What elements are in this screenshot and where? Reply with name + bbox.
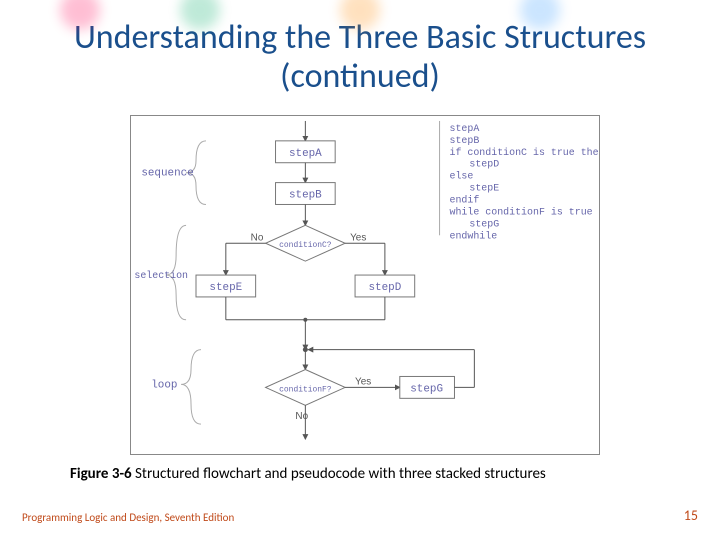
svg-text:stepA: stepA xyxy=(450,123,480,134)
conditionC-text: conditionC? xyxy=(279,241,332,250)
edge-no-2: No xyxy=(295,411,308,422)
label-selection: selection xyxy=(134,270,188,281)
svg-text:while conditionF is true: while conditionF is true xyxy=(450,206,593,217)
step-b-text: stepB xyxy=(289,190,322,202)
svg-text:endif: endif xyxy=(450,194,480,205)
svg-text:stepD: stepD xyxy=(469,159,499,170)
figure-label: Figure 3-6 xyxy=(70,465,135,483)
step-a-text: stepA xyxy=(289,148,322,160)
svg-text:else: else xyxy=(450,171,474,182)
step-e-text: stepE xyxy=(209,282,242,294)
edge-no-1: No xyxy=(251,232,264,243)
step-d-text: stepD xyxy=(368,282,401,294)
figure-caption-text: Structured flowchart and pseudocode with… xyxy=(135,465,546,483)
label-sequence: sequence xyxy=(141,168,193,180)
step-g-text: stepG xyxy=(410,383,443,395)
svg-text:endwhile: endwhile xyxy=(450,230,498,241)
svg-text:stepB: stepB xyxy=(450,135,480,146)
svg-text:if conditionC is true then: if conditionC is true then xyxy=(450,147,600,158)
figure-caption: Figure 3-6 Structured flowchart and pseu… xyxy=(70,465,670,483)
figure-container: stepA stepB sequence conditionC? No step… xyxy=(130,115,600,455)
conditionF-text: conditionF? xyxy=(279,385,332,394)
edge-yes-2: Yes xyxy=(355,376,371,387)
svg-text:stepE: stepE xyxy=(469,183,499,194)
label-loop: loop xyxy=(151,379,177,391)
pseudocode-block: stepA stepB if conditionC is true then s… xyxy=(450,123,600,241)
page-number: 15 xyxy=(684,507,698,524)
footer-book-title: Programming Logic and Design, Seventh Ed… xyxy=(22,511,234,524)
edge-yes-1: Yes xyxy=(350,232,366,243)
svg-text:stepG: stepG xyxy=(469,218,499,229)
